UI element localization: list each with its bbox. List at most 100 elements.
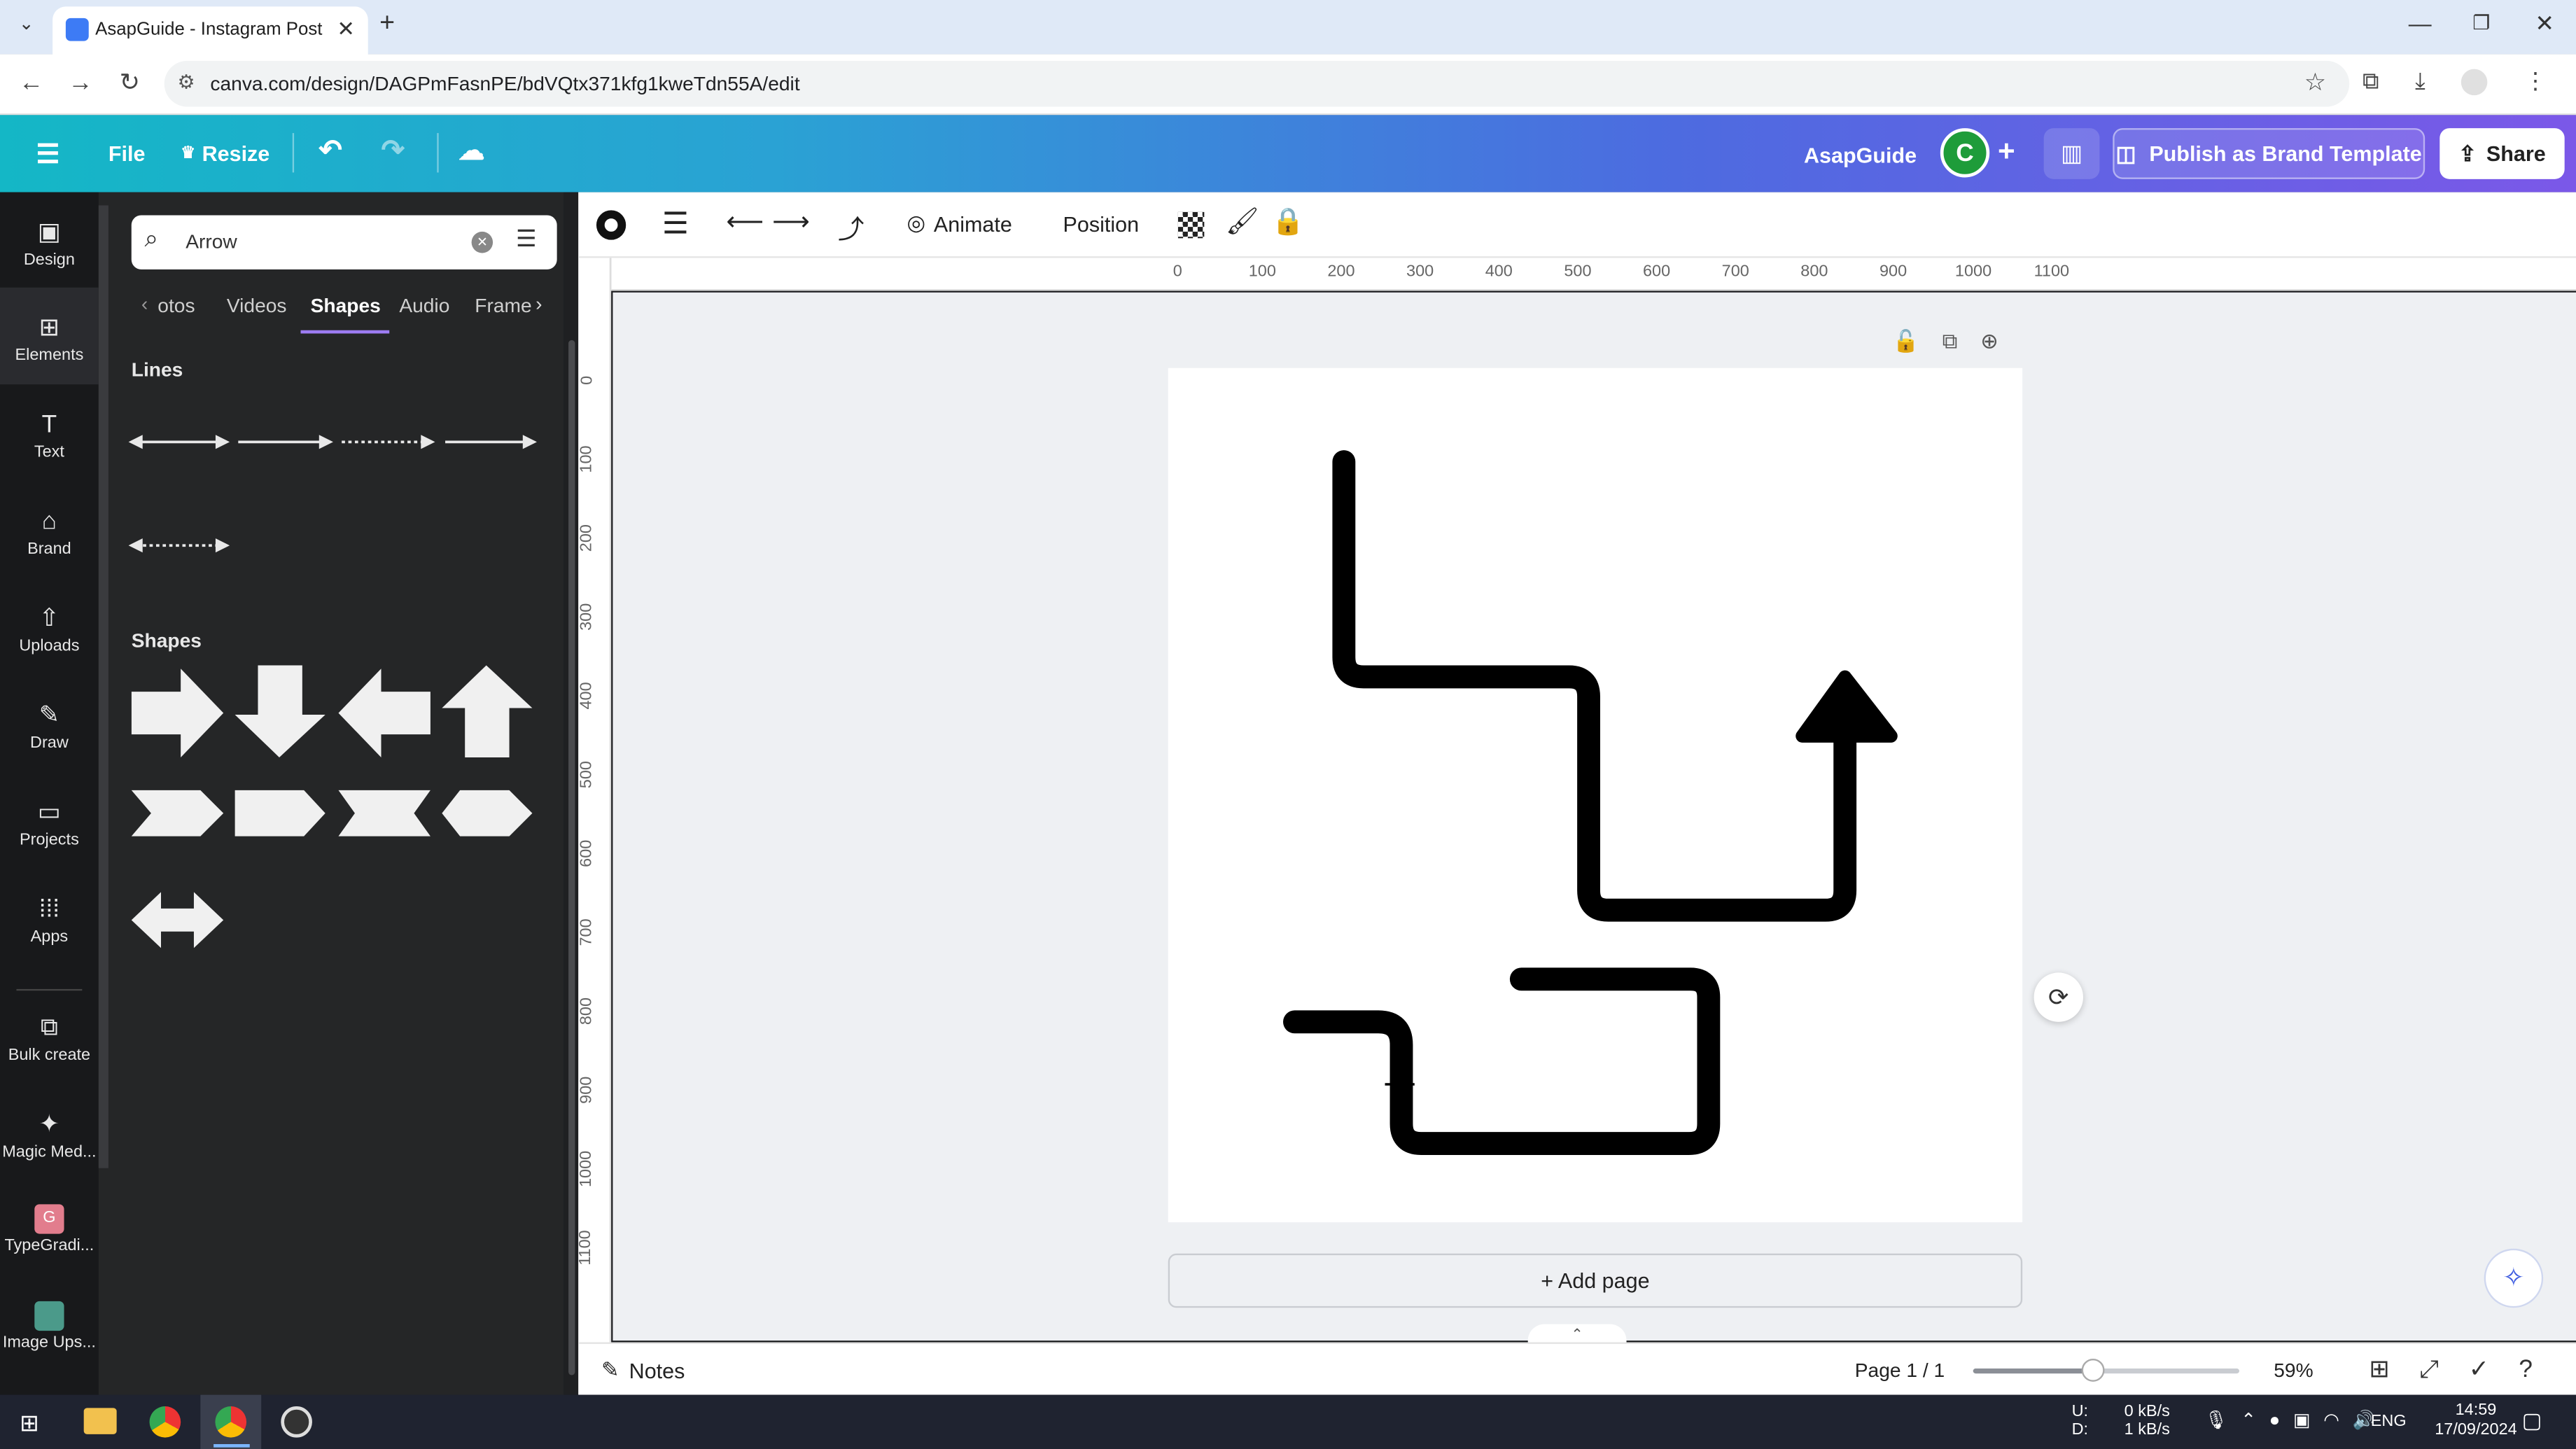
shape-pentagon-arrow[interactable]: [234, 790, 326, 836]
rail-elements[interactable]: ⊞ Elements: [0, 314, 99, 365]
clock[interactable]: 14:59 17/09/2024: [2435, 1401, 2516, 1441]
design-page[interactable]: [1168, 368, 2023, 1223]
zoom-slider-thumb[interactable]: [2081, 1358, 2105, 1382]
line-dotted-arrow[interactable]: [342, 435, 435, 449]
shape-arrow-right[interactable]: [131, 668, 224, 757]
file-explorer-icon[interactable]: [83, 1408, 117, 1434]
elbow-line[interactable]: [1283, 967, 1721, 1155]
rail-magic-media[interactable]: ✦ Magic Med...: [0, 1111, 99, 1162]
profile-avatar[interactable]: [2461, 68, 2488, 94]
add-page-icon[interactable]: ⊕: [1980, 328, 1998, 355]
lock-icon[interactable]: 🔒: [1272, 205, 1305, 238]
panel-scroll-thumb[interactable]: [568, 340, 575, 1376]
project-name[interactable]: AsapGuide: [1804, 143, 1917, 167]
forward-icon[interactable]: →: [62, 68, 99, 96]
filter-icon[interactable]: ☰: [516, 225, 536, 253]
rail-uploads[interactable]: ⇧ Uploads: [0, 605, 99, 656]
tabs-next-icon[interactable]: ›: [536, 293, 542, 316]
line-color-swatch[interactable]: [596, 210, 626, 240]
tab-photos[interactable]: otos: [158, 294, 195, 317]
rail-draw[interactable]: ✎ Draw: [0, 701, 99, 752]
language-indicator[interactable]: ENG: [2371, 1413, 2407, 1431]
clear-search-icon[interactable]: ✕: [471, 231, 493, 253]
animate-button[interactable]: ◎ Animate: [907, 210, 1012, 237]
rail-projects[interactable]: ▭ Projects: [0, 799, 99, 850]
minimize-icon[interactable]: —: [2409, 10, 2432, 36]
magic-assistant-icon[interactable]: ✧: [2484, 1248, 2544, 1308]
window-close-icon[interactable]: ✕: [2535, 10, 2554, 38]
tab-audio[interactable]: Audio: [399, 294, 449, 317]
main-menu-icon[interactable]: ☰: [36, 138, 60, 171]
rail-text[interactable]: T Text: [0, 411, 99, 462]
search-box[interactable]: ⌕ Arrow ✕ ☰: [131, 215, 557, 270]
shape-arrow-down[interactable]: [234, 665, 326, 757]
rail-design[interactable]: ▣ Design: [0, 218, 99, 270]
line-type-elbow-icon[interactable]: ⤴: [838, 207, 864, 246]
redo-icon[interactable]: ↷: [382, 134, 405, 167]
reload-icon[interactable]: ↻: [112, 67, 148, 97]
share-button[interactable]: ⇪ Share: [2440, 128, 2565, 179]
line-double-arrow[interactable]: [128, 435, 230, 449]
zoom-level[interactable]: 59%: [2274, 1359, 2313, 1382]
line-style-icon[interactable]: ☰: [662, 207, 689, 241]
shape-arrow-left[interactable]: [338, 668, 430, 757]
browser-menu-icon[interactable]: ⋮: [2524, 67, 2547, 95]
wifi-icon[interactable]: ◠: [2323, 1410, 2339, 1431]
tray-app-icon[interactable]: ●: [2269, 1410, 2281, 1430]
bookmark-star-icon[interactable]: ☆: [2304, 67, 2327, 97]
tray-app-icon[interactable]: ▣: [2293, 1410, 2310, 1431]
line-dotted-double-arrow[interactable]: [128, 538, 230, 553]
resize-button[interactable]: ♛ Resize: [181, 141, 270, 166]
chrome-icon[interactable]: [149, 1406, 181, 1438]
help-icon[interactable]: ?: [2519, 1354, 2533, 1382]
back-icon[interactable]: ←: [13, 68, 50, 96]
add-page-button[interactable]: + Add page: [1168, 1253, 2023, 1308]
tabs-prev-icon[interactable]: ‹: [141, 293, 148, 316]
cloud-save-icon[interactable]: ☁: [458, 134, 485, 167]
download-icon[interactable]: ⤓: [2415, 67, 2426, 95]
shape-ribbon[interactable]: [338, 790, 430, 836]
tab-list-chevron-icon[interactable]: ⌄: [13, 13, 40, 40]
browser-tab[interactable]: AsapGuide - Instagram Post ✕: [52, 6, 368, 55]
page-lock-icon[interactable]: 🔓: [1893, 328, 1919, 355]
shape-arrow-up[interactable]: [442, 665, 533, 757]
tab-videos[interactable]: Videos: [227, 294, 287, 317]
url-field[interactable]: ⚙ canva.com/design/DAGPmFasnPE/bdVQtx371…: [164, 60, 2350, 107]
recorder-app-icon[interactable]: [281, 1406, 312, 1438]
elbow-arrow-line[interactable]: [1332, 450, 1857, 922]
shape-double-arrow[interactable]: [131, 892, 224, 948]
paint-format-icon[interactable]: 🖌: [1226, 205, 1259, 238]
shape-chevron[interactable]: [131, 790, 224, 836]
line-start-icon[interactable]: ⟵: [726, 205, 764, 238]
new-tab-icon[interactable]: +: [379, 10, 395, 39]
notes-button[interactable]: ✎ Notes: [601, 1357, 685, 1384]
refresh-suggestions-icon[interactable]: ⟳: [2033, 972, 2083, 1022]
tab-shapes[interactable]: Shapes: [311, 294, 381, 317]
undo-icon[interactable]: ↶: [318, 134, 342, 167]
user-avatar[interactable]: C: [1940, 128, 1990, 178]
restore-icon[interactable]: ❐: [2472, 11, 2490, 34]
site-info-icon[interactable]: ⚙: [177, 71, 195, 94]
rail-scroll-thumb[interactable]: [98, 205, 108, 1168]
grid-view-icon[interactable]: ⊞: [2369, 1354, 2390, 1383]
add-collaborator-icon[interactable]: +: [1998, 134, 2015, 169]
position-button[interactable]: Position: [1063, 212, 1140, 237]
line-arrow-thin[interactable]: [445, 435, 537, 449]
rail-typegradient[interactable]: G TypeGradi...: [0, 1204, 99, 1255]
file-menu[interactable]: File: [108, 141, 146, 166]
tab-frames[interactable]: Frame: [475, 294, 531, 317]
publish-brand-template-button[interactable]: ◫ Publish as Brand Template: [2113, 128, 2426, 179]
microphone-icon[interactable]: 🎙: [2205, 1410, 2228, 1431]
shape-hexagon[interactable]: [442, 790, 533, 836]
transparency-icon[interactable]: [1177, 211, 1205, 239]
fullscreen-icon[interactable]: ⤢: [2419, 1354, 2439, 1382]
chrome-icon[interactable]: [215, 1406, 247, 1438]
line-end-icon[interactable]: ⟶: [772, 205, 810, 238]
duplicate-page-icon[interactable]: ⧉: [1942, 328, 1958, 355]
rail-apps[interactable]: ⁞⁞⁞ Apps: [0, 895, 99, 946]
zoom-slider[interactable]: [1973, 1358, 2239, 1382]
rail-image-upscaler[interactable]: Image Ups...: [0, 1301, 99, 1352]
rail-bulk-create[interactable]: ⧉ Bulk create: [0, 1014, 99, 1065]
tab-close-icon[interactable]: ✕: [337, 16, 355, 43]
page-indicator[interactable]: Page 1 / 1: [1855, 1359, 1945, 1382]
